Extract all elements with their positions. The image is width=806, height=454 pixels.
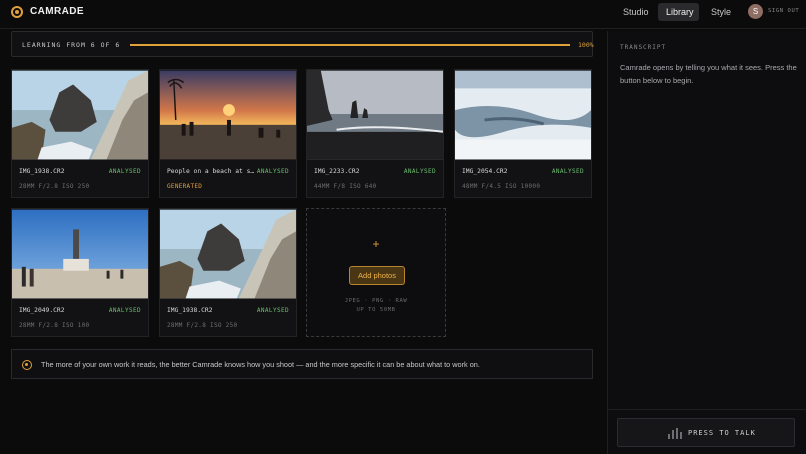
plus-icon: + <box>372 237 380 251</box>
generated-badge: GENERATED <box>167 183 203 190</box>
press-to-talk-button[interactable]: PRESS TO TALK <box>617 418 795 447</box>
info-banner: The more of your own work it reads, the … <box>11 349 593 379</box>
beach-sunset-icon <box>160 70 296 160</box>
progress-percent: 100% <box>578 41 594 49</box>
photo-name: IMG_2049.CR2 <box>19 307 65 314</box>
progress-label: LEARNING FROM 6 OF 6 <box>22 41 121 49</box>
learning-progress: LEARNING FROM 6 OF 6 100% <box>11 31 594 57</box>
camrade-logo-icon <box>11 6 23 18</box>
audio-bars-icon <box>668 428 682 439</box>
photo-name: IMG_1938.CR2 <box>167 307 213 314</box>
size-limit: UP TO 50MB <box>356 307 396 313</box>
status-badge: ANALYSED <box>108 168 141 175</box>
info-text: The more of your own work it reads, the … <box>41 360 480 369</box>
photo-card[interactable]: People on a beach at sunset ANALYSED GEN… <box>159 69 297 198</box>
add-photos-button[interactable]: Add photos <box>349 266 405 285</box>
progress-track <box>130 44 570 46</box>
progress-fill <box>130 44 570 46</box>
photo-card[interactable]: IMG_1938.CR2 ANALYSED 28MM F/2.8 ISO 250 <box>11 69 149 198</box>
monument-plaza-icon <box>12 209 148 299</box>
photo-card[interactable]: IMG_2054.CR2 ANALYSED 48MM F/4.5 ISO 100… <box>454 69 592 198</box>
photo-name: People on a beach at sunset <box>167 168 257 175</box>
rocky-coast-icon <box>160 209 296 299</box>
photo-meta: 44MM F/8 ISO 640 <box>314 183 377 190</box>
sea-stacks-icon <box>307 70 443 160</box>
glacier-icon <box>455 70 591 160</box>
transcript-heading: TRANSCRIPT <box>620 44 667 51</box>
nav-library[interactable]: Library <box>658 3 699 21</box>
rocky-coast-icon <box>12 70 148 160</box>
camrade-logo-icon <box>22 360 32 370</box>
photo-name: IMG_2233.CR2 <box>314 168 360 175</box>
photo-meta: 48MM F/4.5 ISO 10000 <box>462 183 541 190</box>
transcript-body: Camrade opens by telling you what it see… <box>620 63 797 85</box>
avatar[interactable]: S <box>748 4 763 19</box>
press-to-talk-label: PRESS TO TALK <box>688 429 756 437</box>
photo-name: IMG_1938.CR2 <box>19 168 65 175</box>
top-bar: CAMRADE Studio Library Style S SIGN OUT <box>0 0 806 29</box>
transcript-panel: TRANSCRIPT Camrade opens by telling you … <box>607 31 806 454</box>
photo-name: IMG_2054.CR2 <box>462 168 508 175</box>
add-photos-dropzone[interactable]: + Add photos JPEG · PNG · RAW UP TO 50MB <box>306 208 446 337</box>
brand-name: CAMRADE <box>30 6 84 17</box>
photo-meta: 28MM F/2.8 ISO 250 <box>167 322 238 329</box>
divider <box>608 409 806 410</box>
photo-meta: 28MM F/2.8 ISO 250 <box>19 183 90 190</box>
status-badge: ANALYSED <box>256 168 289 175</box>
photo-card[interactable]: IMG_2049.CR2 ANALYSED 28MM F/2.8 ISO 100 <box>11 208 149 337</box>
photo-card[interactable]: IMG_2233.CR2 ANALYSED 44MM F/8 ISO 640 <box>306 69 444 198</box>
status-badge: ANALYSED <box>403 168 436 175</box>
status-badge: ANALYSED <box>551 168 584 175</box>
status-badge: ANALYSED <box>256 307 289 314</box>
status-badge: ANALYSED <box>108 307 141 314</box>
sign-out-link[interactable]: SIGN OUT <box>768 8 799 14</box>
accepted-formats: JPEG · PNG · RAW <box>344 298 408 304</box>
photo-meta: 28MM F/2.8 ISO 100 <box>19 322 90 329</box>
nav-style[interactable]: Style <box>703 3 739 21</box>
nav-studio[interactable]: Studio <box>615 3 657 21</box>
photo-card[interactable]: IMG_1938.CR2 ANALYSED 28MM F/2.8 ISO 250 <box>159 208 297 337</box>
